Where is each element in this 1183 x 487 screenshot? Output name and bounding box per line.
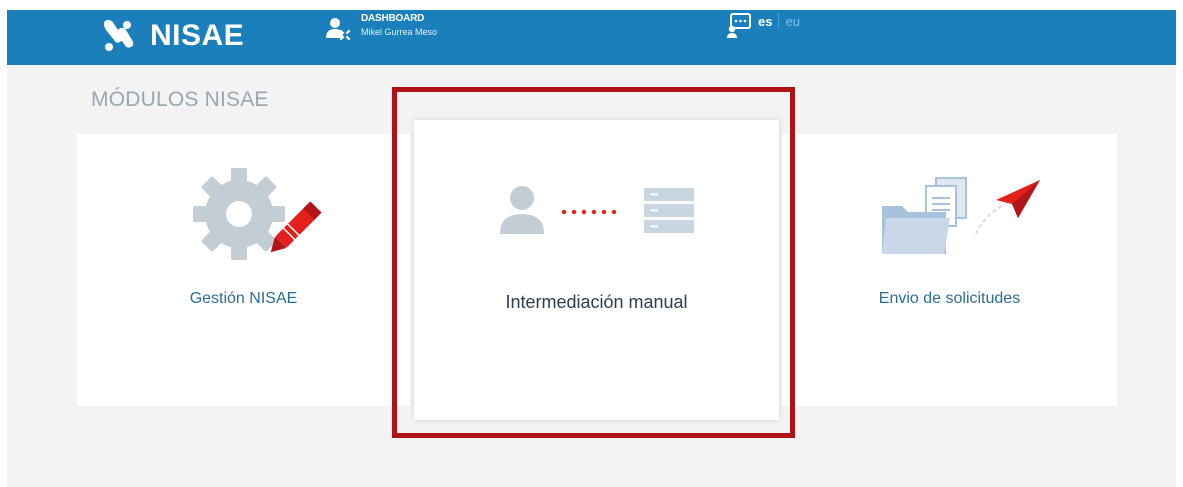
- section-title: MÓDULOS NISAE: [91, 88, 269, 111]
- module-card-gestion[interactable]: Gestión NISAE: [77, 134, 410, 406]
- gear-pencil-icon: [193, 168, 322, 260]
- nisae-logo[interactable]: NISAE: [100, 18, 244, 54]
- user-name: Mikel Gurrea Meso: [361, 27, 438, 37]
- language-switcher: es eu: [758, 13, 800, 29]
- app-name: NISAE: [150, 19, 245, 52]
- language-es[interactable]: es: [758, 14, 772, 29]
- support-chat-icon[interactable]: [726, 13, 752, 39]
- folder-send-icon: [882, 177, 1040, 254]
- user-menu[interactable]: DASHBOARD Mikel Gurrea Meso: [325, 14, 437, 42]
- user-settings-icon: [326, 18, 351, 41]
- highlight-box: [392, 87, 795, 438]
- language-eu[interactable]: eu: [785, 14, 799, 29]
- language-divider: [778, 13, 780, 29]
- nisae-logo-icon: [104, 20, 134, 51]
- top-navigation-bar: NISAE DASHBOARD Mikel Gurrea Meso es eu: [7, 10, 1176, 65]
- dashboard-link[interactable]: DASHBOARD: [361, 14, 437, 24]
- module-card-envio[interactable]: Envio de solicitudes: [782, 134, 1117, 406]
- module-label-gestion: Gestión NISAE: [189, 290, 298, 307]
- module-label-envio: Envio de solicitudes: [878, 290, 1021, 307]
